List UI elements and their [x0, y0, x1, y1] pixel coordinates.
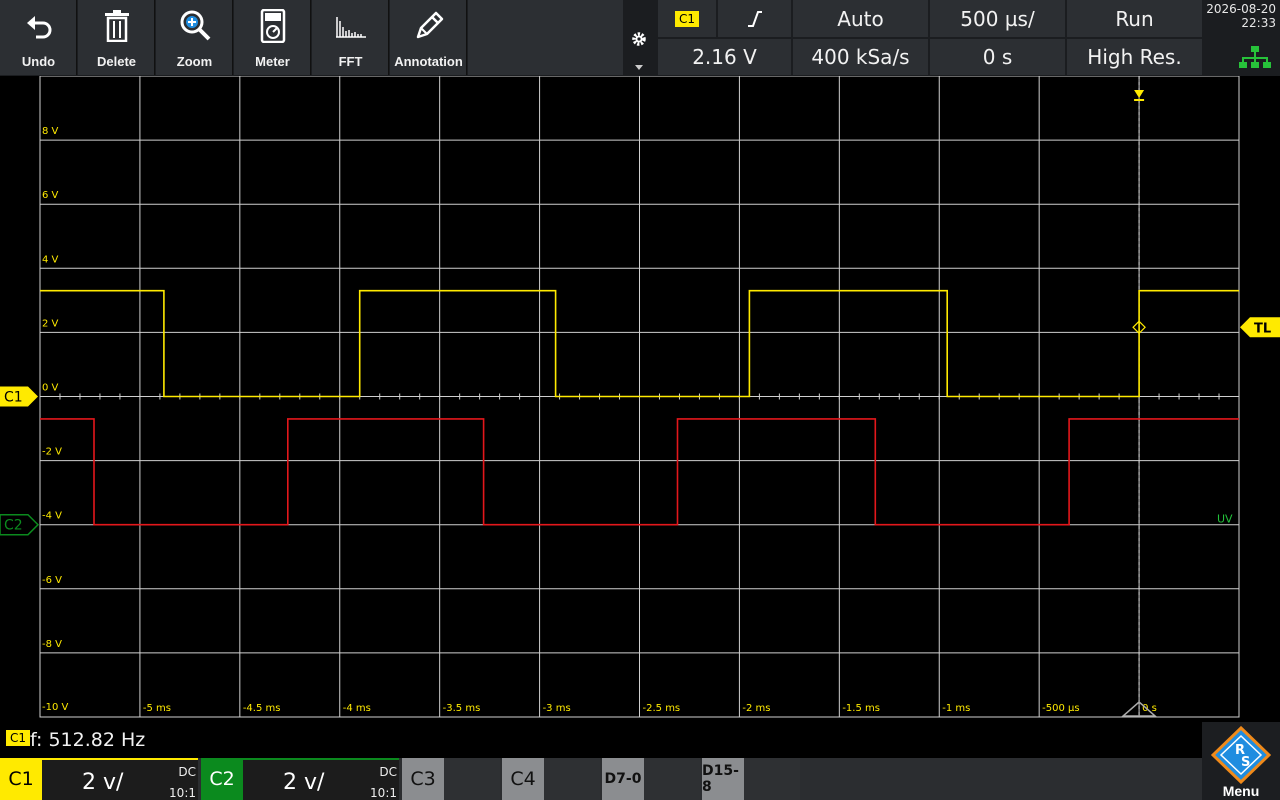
sample-rate[interactable]: 400 kSa/s: [793, 39, 928, 75]
x-tick-label: -1.5 ms: [842, 703, 880, 714]
chevron-down-icon: [635, 65, 643, 70]
channel-c3[interactable]: C3: [402, 758, 500, 800]
undo-icon: [0, 8, 77, 44]
y-tick-label: 2 V: [42, 318, 59, 329]
trigger-level-label: TL: [1254, 321, 1271, 336]
x-tick-label: 0 s: [1142, 703, 1157, 714]
trigger-level[interactable]: 2.16 V: [658, 39, 791, 75]
x-tick-label: -4 ms: [343, 703, 371, 714]
channel-c2-coupling: DC: [379, 765, 397, 779]
frequency-readout[interactable]: f: 512.82 Hz: [30, 729, 145, 751]
date: 2026-08-20: [1206, 2, 1276, 16]
gear-icon: [632, 32, 646, 46]
channel-c4[interactable]: C4: [502, 758, 600, 800]
measurement-bar: [0, 722, 1280, 756]
acquisition-mode[interactable]: High Res.: [1067, 39, 1202, 75]
toolbar-spacer: [468, 0, 623, 75]
trigger-slope[interactable]: [718, 0, 791, 37]
meter-icon: [234, 8, 311, 44]
trash-icon: [78, 8, 155, 44]
y-tick-label: 6 V: [42, 190, 59, 201]
channel-c2-scale: 2 v/: [283, 770, 325, 795]
trigger-source[interactable]: C1: [658, 0, 716, 37]
y-tick-label: 8 V: [42, 126, 59, 137]
channel-d7-0[interactable]: D7-0: [602, 758, 700, 800]
x-tick-label: -2.5 ms: [643, 703, 681, 714]
meter-button[interactable]: Meter: [234, 0, 311, 75]
zoom-button[interactable]: Zoom: [156, 0, 233, 75]
channel-c1-scale: 2 v/: [82, 770, 124, 795]
menu-button[interactable]: R S Menu: [1202, 722, 1280, 800]
time: 22:33: [1241, 16, 1276, 30]
waveform-display[interactable]: 8 V 6 V 4 V 2 V 0 V -2 V -4 V -6 V -8 V -10 V -5 …: [0, 76, 1280, 718]
run-state[interactable]: Run: [1067, 0, 1202, 37]
x-tick-label: -2 ms: [742, 703, 770, 714]
svg-text:S: S: [1241, 755, 1250, 770]
channel-c2-probe: 10:1: [370, 786, 397, 800]
c2-ground-label: C2: [4, 518, 23, 534]
x-tick-label: -4.5 ms: [243, 703, 281, 714]
zoom-icon: [156, 8, 233, 44]
channel-c1-coupling: DC: [178, 765, 196, 779]
delete-label: Delete: [96, 54, 137, 69]
network-icon: [1239, 46, 1271, 68]
channel-c1[interactable]: C1 2 v/ DC 10:1: [0, 758, 198, 800]
annotation-label: Annotation: [394, 54, 463, 69]
x-tick-label: -500 µs: [1042, 703, 1079, 714]
fft-icon: [312, 8, 389, 44]
timebase[interactable]: 500 µs/: [930, 0, 1065, 37]
rs-logo-icon: R S: [1211, 726, 1271, 784]
y-tick-label: 0 V: [42, 383, 59, 394]
channel-d15-8[interactable]: D15-8: [702, 758, 800, 800]
undo-button[interactable]: Undo: [0, 0, 77, 75]
delete-button[interactable]: Delete: [78, 0, 155, 75]
channel-d7-0-name: D7-0: [602, 758, 644, 800]
fft-button[interactable]: FFT: [312, 0, 389, 75]
x-tick-label: -3 ms: [543, 703, 571, 714]
y-tick-label: -10 V: [42, 702, 69, 713]
channel-d15-8-name: D15-8: [702, 758, 744, 800]
datetime: 2026-08-20 22:33: [1205, 0, 1280, 38]
x-tick-label: -5 ms: [143, 703, 171, 714]
x-tick-label: -1 ms: [942, 703, 970, 714]
channel-c2-name: C2: [201, 758, 243, 800]
fft-label: FFT: [338, 54, 363, 69]
x-tick-label: -3.5 ms: [443, 703, 481, 714]
y-tick-label: -6 V: [42, 575, 62, 586]
channel-c4-name: C4: [502, 758, 544, 800]
y-tick-label: -4 V: [42, 511, 62, 522]
x-axis-labels: -5 ms -4.5 ms -4 ms -3.5 ms -3 ms -2.5 ms -2 m…: [143, 703, 1157, 714]
trigger-source-badge: C1: [674, 10, 699, 27]
y-tick-label: -2 V: [42, 447, 62, 458]
trigger-mode[interactable]: Auto: [793, 0, 928, 37]
channel-c2[interactable]: C2 2 v/ DC 10:1: [201, 758, 399, 800]
y-tick-label: 4 V: [42, 254, 59, 265]
y-tick-label: -8 V: [42, 639, 62, 650]
settings-button[interactable]: [624, 0, 654, 75]
trigger-position-marker: [1134, 90, 1145, 98]
undo-label: Undo: [21, 54, 56, 69]
meter-label: Meter: [255, 54, 290, 69]
channel-c1-name: C1: [0, 758, 42, 800]
rising-edge-icon: [747, 10, 762, 27]
channel-c3-name: C3: [402, 758, 444, 800]
zoom-label: Zoom: [176, 54, 213, 69]
horizontal-position[interactable]: 0 s: [930, 39, 1065, 75]
pencil-icon: [390, 8, 467, 44]
uv-label: UV: [1217, 513, 1233, 526]
menu-label: Menu: [1222, 783, 1260, 799]
measurement-source-badge: C1: [6, 730, 31, 746]
annotation-button[interactable]: Annotation: [390, 0, 467, 75]
c1-ground-label: C1: [4, 390, 23, 406]
toolbar: Undo Delete Zoom Meter FFT Annotation C1…: [0, 0, 1280, 76]
channel-c1-probe: 10:1: [169, 786, 196, 800]
